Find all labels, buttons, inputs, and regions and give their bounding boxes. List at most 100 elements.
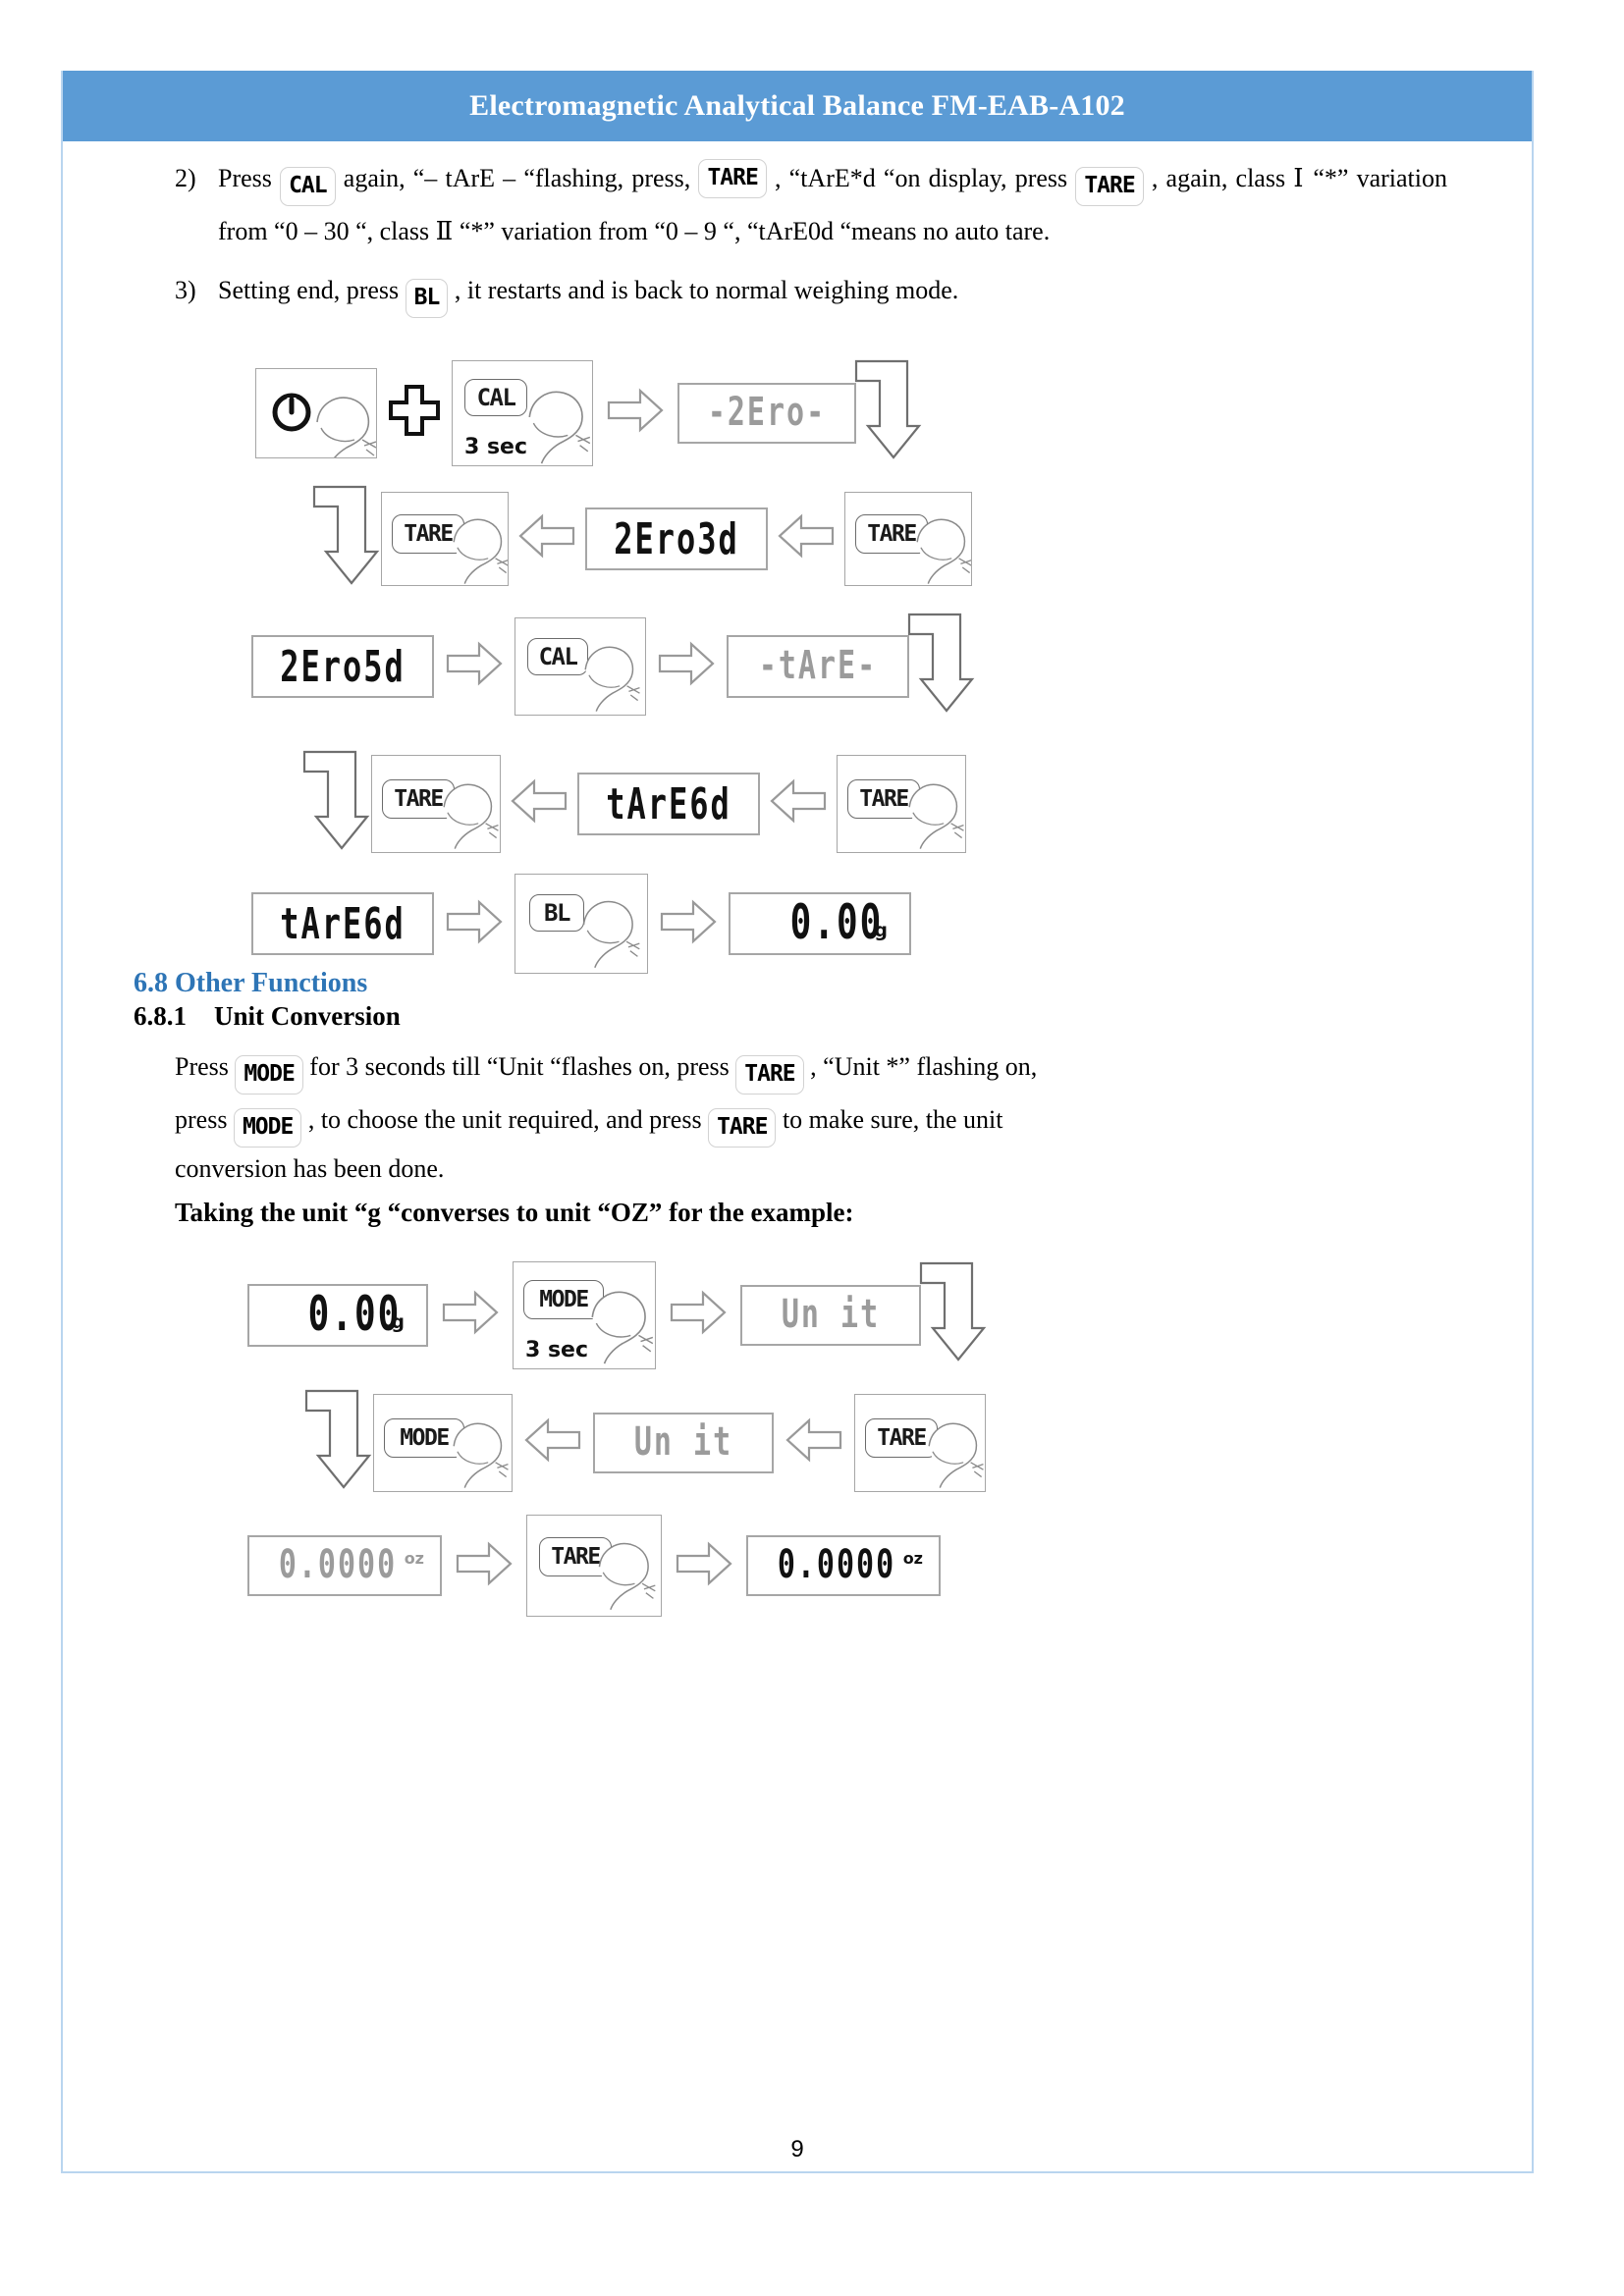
finger-pointing-icon (316, 396, 376, 457)
mode-key-inline-1: MODE (235, 1055, 303, 1095)
arrow-right-icon (660, 899, 717, 949)
lcd-text: 0.00 (307, 1287, 402, 1342)
step-3-text-a: Setting end, press (218, 276, 400, 304)
tare-press-box-right: TARE (844, 491, 972, 586)
arrow-left-icon (524, 1417, 581, 1468)
page-number: 9 (790, 2136, 804, 2163)
uc-text-e: , to choose the unit required, and press (307, 1105, 702, 1134)
cal-hold-duration: 3 sec (464, 434, 528, 459)
step-2-text-b: again, “– tArE – “flashing, press, (343, 164, 691, 192)
unit-conversion-example-line: Taking the unit “g “converses to unit “O… (175, 1198, 854, 1227)
lcd-oz-flashing: 0.0000 oz (247, 1535, 442, 1596)
finger-pointing-icon (453, 518, 508, 584)
finger-pointing-icon (598, 1542, 656, 1611)
cal-press-box: CAL 3 sec (452, 359, 593, 466)
finger-pointing-icon (928, 1422, 984, 1488)
finger-pointing-icon (453, 1422, 509, 1488)
arrow-right-icon (676, 1541, 732, 1591)
step-item-3: 3) Setting end, press BL , it restarts a… (63, 265, 1532, 318)
mode-press-box: MODE 3 sec (513, 1260, 656, 1369)
lcd-weight-grams: 0.00 g (729, 892, 911, 955)
finger-pointing-icon (443, 783, 499, 849)
finger-pointing-icon (908, 783, 964, 849)
page-content: 2) Press CAL again, “– tArE – “flashing,… (63, 143, 1532, 2171)
lcd-oz-result: 0.0000 oz (746, 1535, 941, 1596)
tare-press-box-right: TARE (854, 1393, 986, 1492)
uc-text-d: press (175, 1105, 228, 1134)
uc-text-b: for 3 seconds till “Unit “flashes on, pr… (309, 1052, 730, 1081)
lcd-weight-grams-start: 0.00 g (247, 1283, 428, 1347)
lcd-text: -tArE- (758, 642, 878, 689)
step-2-text-c: , “tArE*d “on display, press (775, 164, 1068, 192)
subsection-number: 6.8.1 (134, 1001, 187, 1031)
tare-press-box-left: TARE (381, 491, 509, 586)
lcd-text: 0.0000 (278, 1541, 398, 1588)
lcd-text: tArE6d (606, 777, 731, 829)
lcd-tare-prompt: -tArE- (727, 634, 909, 698)
tare-press-box-final: TARE (526, 1515, 662, 1617)
unit-conversion-flow-diagram: 0.00 g MODE 3 sec Un it MODE Un it TARE … (63, 1257, 1532, 1617)
lcd-unit: oz (404, 1549, 424, 1568)
arrow-right-icon (456, 1541, 513, 1591)
subsection-heading-6-8-1: 6.8.1 Unit Conversion (63, 1001, 1532, 1032)
finger-pointing-icon (584, 646, 640, 712)
arrow-left-icon (511, 778, 568, 828)
flow1-row-2: TARE 2Ero3d TARE (310, 481, 972, 596)
power-press-box (255, 367, 377, 458)
lcd-zero3d: 2Ero3d (585, 507, 768, 570)
hook-down-icon (905, 609, 978, 723)
step-3-text-b: , it restarts and is back to normal weig… (454, 276, 959, 304)
hook-down-icon (917, 1257, 990, 1372)
arrow-left-icon (785, 1417, 842, 1468)
step-3-number: 3) (175, 276, 196, 304)
finger-pointing-icon (916, 518, 971, 584)
flow1-row-4: TARE tArE6d TARE (300, 746, 966, 861)
tare-key-inline-3: TARE (735, 1055, 804, 1095)
step-3-body: Setting end, press BL , it restarts and … (218, 265, 1532, 318)
section-number: 6.8 (134, 968, 168, 998)
lcd-text: 0.0000 (777, 1541, 896, 1588)
lcd-text: -2Ero- (707, 389, 827, 436)
lcd-unit: g (391, 1310, 405, 1333)
cal-key-inline: CAL (280, 167, 336, 206)
arrow-right-icon (607, 388, 664, 438)
step-item-2: 2) Press CAL again, “– tArE – “flashing,… (63, 153, 1532, 257)
lcd-tare6d-2: tArE6d (251, 892, 434, 955)
arrow-left-icon (778, 513, 835, 563)
arrow-left-icon (518, 513, 575, 563)
flow1-row-3: 2Ero5d CAL -tArE- (251, 609, 978, 723)
lcd-zero5d: 2Ero5d (251, 634, 434, 698)
bl-key-inline: BL (405, 279, 449, 318)
uc-text-c: , “Unit *” flashing on, (810, 1052, 1038, 1081)
cal-key: CAL (464, 378, 527, 416)
flow2-row-3: 0.0000 oz TARE 0.0000 oz (247, 1515, 941, 1617)
step-2-number: 2) (175, 164, 196, 192)
lcd-text: 2Ero3d (614, 512, 739, 564)
arrow-left-icon (770, 778, 827, 828)
document-title: Electromagnetic Analytical Balance FM-EA… (469, 89, 1125, 122)
hook-down-icon (300, 746, 373, 861)
tare-key-inline-4: TARE (708, 1108, 777, 1148)
finger-pointing-icon (582, 900, 640, 969)
plus-icon (387, 383, 442, 443)
mode-key-inline-2: MODE (233, 1108, 302, 1148)
finger-pointing-icon (528, 391, 591, 463)
finger-pointing-icon (591, 1291, 654, 1363)
flow1-row-5: tArE6d BL 0.00 g (251, 874, 911, 974)
arrow-right-icon (446, 641, 503, 691)
flow2-row-1: 0.00 g MODE 3 sec Un it (247, 1257, 990, 1372)
hook-down-icon (852, 355, 925, 470)
lcd-zero-prompt: -2Ero- (677, 382, 856, 444)
lcd-text: Un it (781, 1291, 881, 1338)
hook-down-icon (310, 481, 383, 596)
document-header-banner: Electromagnetic Analytical Balance FM-EA… (63, 71, 1532, 141)
zero-tare-flow-diagram: CAL 3 sec -2Ero- TARE 2Ero3d TARE 2Ero5d… (63, 355, 1532, 974)
lcd-text: 0.00 (789, 895, 884, 950)
lcd-unit-flashing: Un it (593, 1412, 774, 1473)
subsection-title: Unit Conversion (214, 1001, 401, 1031)
lcd-unit-prompt: Un it (740, 1284, 921, 1346)
mode-hold-duration: 3 sec (525, 1337, 589, 1362)
arrow-right-icon (670, 1290, 727, 1340)
flow1-row-1: CAL 3 sec -2Ero- (255, 355, 925, 470)
arrow-right-icon (658, 641, 715, 691)
